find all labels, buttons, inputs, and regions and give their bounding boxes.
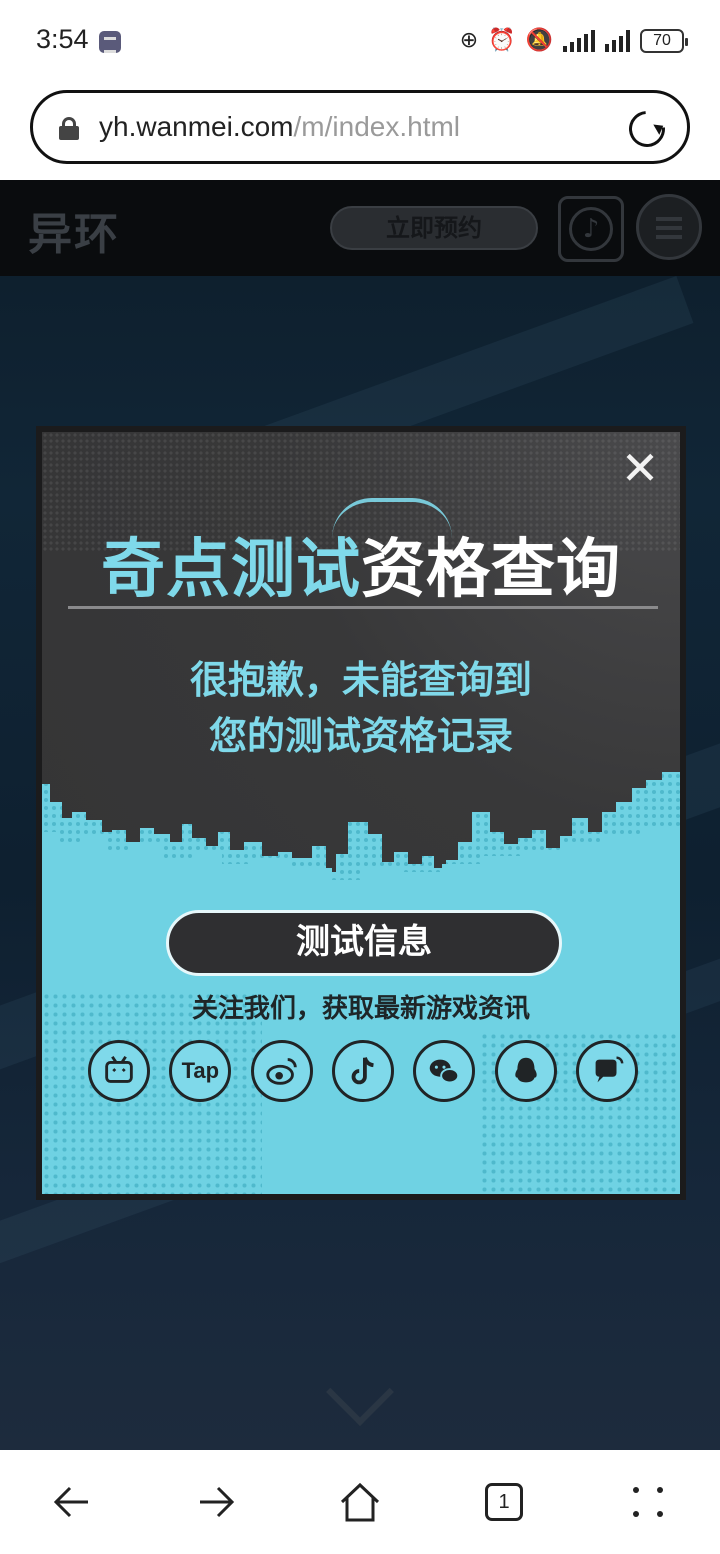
browser-bottom-bar: 1 [0,1450,720,1554]
modal-title-rest: 资格查询 [361,533,621,607]
wechat-icon[interactable] [413,1040,476,1102]
home-icon[interactable] [338,1480,382,1524]
douyin-icon[interactable] [331,1040,394,1102]
status-bar: 3:54 ⊕ ⏰ 🔕 70 [0,0,720,82]
scroll-down-icon[interactable] [326,1358,394,1426]
lock-icon [59,117,79,140]
community-icon[interactable] [575,1040,638,1102]
more-menu-icon[interactable] [630,1484,666,1520]
social-links: Tap [88,1040,638,1104]
status-icons: ⊕ ⏰ 🔕 70 [459,26,688,56]
forward-arrow-icon[interactable] [196,1482,236,1522]
bilibili-icon[interactable] [88,1040,150,1102]
menu-icon-bar [656,226,682,230]
mute-icon: 🔕 [525,28,553,53]
menu-icon-bar [656,217,682,221]
result-message: 很抱歉，未能查询到 您的测试资格记录 [42,652,680,764]
menu-button[interactable] [636,194,702,260]
result-message-line2: 您的测试资格记录 [208,714,513,758]
status-time: 3:54 [36,24,89,54]
site-logo[interactable]: 异环 [28,198,120,262]
site-header: 异环 立即预约 ♪ [0,180,720,276]
url-text[interactable]: yh.wanmei.com/m/index.html [99,111,460,143]
alarm-icon: ⏰ [488,28,516,53]
result-message-line1: 很抱歉，未能查询到 [189,658,532,702]
music-toggle-button[interactable]: ♪ [558,196,624,262]
data-saver-icon: ⊕ [459,28,479,53]
battery-icon: 70 [640,29,688,53]
reserve-button[interactable]: 立即预约 [330,206,538,250]
follow-us-text: 关注我们，获取最新游戏资讯 [191,994,530,1024]
test-info-button[interactable]: 测试信息 [166,910,562,976]
qq-icon[interactable] [494,1040,557,1102]
qualification-modal: ✕ 奇点测试资格查询 很抱歉，未能查询到 您的测试资格记录 测试信息 关注我们，… [36,426,686,1200]
back-arrow-icon[interactable] [52,1482,92,1522]
tabs-button[interactable]: 1 [485,1483,523,1521]
url-host: yh.wanmei.com [99,111,294,142]
menu-icon-bar [656,235,682,239]
reload-icon[interactable] [621,103,673,155]
taptap-label: Tap [181,1058,220,1083]
modal-title-accent: 奇点测试 [101,533,361,607]
url-path: /m/index.html [293,111,461,142]
notification-app-icon [99,31,121,53]
title-divider [68,606,658,609]
music-note-icon: ♪ [569,207,613,251]
signal-icon-2 [605,30,630,52]
modal-title: 奇点测试资格查询 [42,518,680,610]
weibo-icon[interactable] [250,1040,313,1102]
taptap-icon[interactable]: Tap [169,1040,232,1102]
signal-icon-1 [563,30,595,52]
address-bar[interactable]: yh.wanmei.com/m/index.html [30,90,690,164]
close-button[interactable]: ✕ [616,444,664,492]
